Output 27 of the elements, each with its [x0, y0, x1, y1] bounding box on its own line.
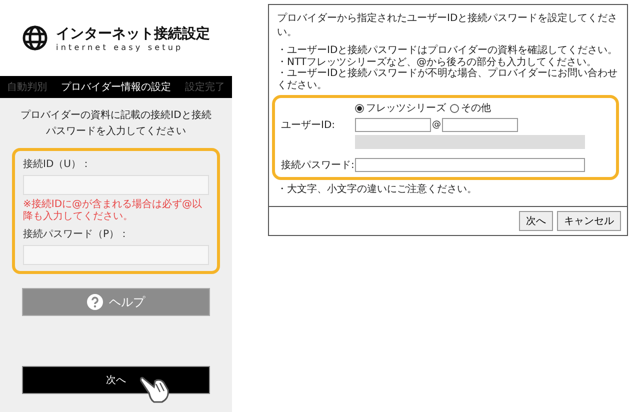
note-text: ・ユーザーIDと接続パスワードが不明な場合、プロバイダーにお問い合わせください。 [277, 68, 619, 91]
note-text: ・大文字、小文字の違いにご注意ください。 [277, 182, 478, 196]
at-sign: @ [432, 120, 441, 130]
intro-text: プロバイダーから指定されたユーザーIDと接続パスワードを設定してください。 [277, 12, 619, 39]
step-label: 設定完了 [185, 80, 225, 94]
next-button[interactable]: 次へ [22, 366, 210, 394]
dialog-button[interactable]: 次へ [519, 211, 553, 231]
radio-option[interactable]: その他 [450, 101, 491, 115]
instruction-text: プロバイダーの資料に記載の接続IDと接続パスワードを入力してください [20, 108, 212, 139]
field-label: 接続パスワード（P）： [23, 228, 130, 241]
globe-icon [22, 25, 48, 51]
step-label: 自動判別 [7, 80, 47, 94]
field-label: 接続パスワード: [281, 158, 355, 172]
dialog-button[interactable]: キャンセル [557, 211, 621, 231]
warning-text: ※接続IDに@が含まれる場合は必ず@以降も入力してください。 [23, 199, 204, 223]
input-field[interactable] [442, 118, 518, 132]
question-icon [87, 294, 103, 310]
app-title: インターネット接続設定 [56, 24, 210, 42]
note-text: ・ユーザーIDと接続パスワードはプロバイダーの資料を確認してください。 [277, 45, 619, 56]
radio-option[interactable]: フレッツシリーズ [355, 101, 446, 115]
input-field[interactable] [355, 118, 431, 132]
field-label: 接続ID（U）： [23, 158, 92, 171]
input-field[interactable] [355, 158, 585, 172]
app-subtitle: internet easy setup [56, 42, 184, 52]
field-label: ユーザーID: [281, 119, 336, 132]
note-text: ・NTTフレッツシリーズなど、@から後ろの部分も入力してください。 [277, 56, 598, 68]
step-label: プロバイダー情報の設定 [61, 80, 171, 94]
